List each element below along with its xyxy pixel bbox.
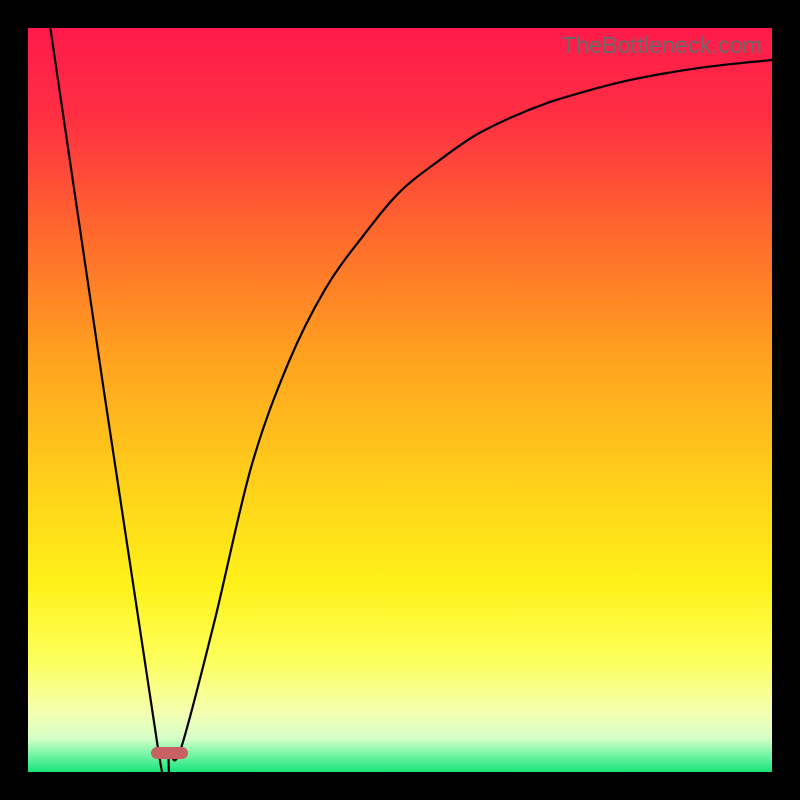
chart-frame: TheBottleneck.com	[0, 0, 800, 800]
plot-area: TheBottleneck.com	[28, 28, 772, 772]
bottleneck-curve	[28, 28, 772, 772]
bottleneck-marker	[151, 747, 188, 759]
